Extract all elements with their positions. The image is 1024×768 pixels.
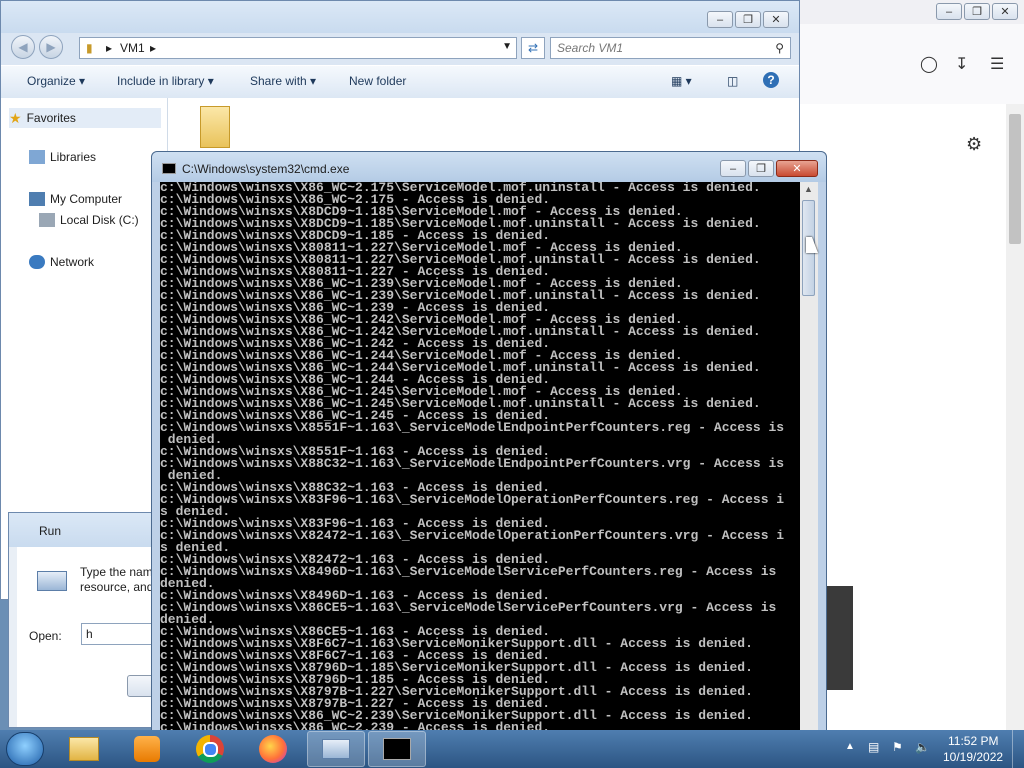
firefox-scroll-thumb[interactable] — [1009, 114, 1021, 244]
run-title: Run — [39, 524, 62, 538]
refresh-button[interactable]: ⇄ — [521, 37, 545, 59]
taskbar: ▲ ▤ ⚑ 🔈 11:52 PM 10/19/2022 — [0, 730, 1024, 768]
view-options-icon[interactable]: ▦ ▾ — [671, 74, 692, 88]
open-input-value: h — [86, 627, 93, 641]
nav-favorites[interactable]: ★ Favorites — [9, 108, 161, 128]
forward-button[interactable]: ▶ — [39, 35, 63, 59]
console-line: c:\Windows\winsxs\X8551F~1.163\_ServiceM… — [160, 420, 785, 435]
maximize-icon[interactable]: ❐ — [748, 160, 774, 177]
run-dialog: Run Type the nam resource, and Open: h — [8, 512, 171, 728]
cmd-scrollbar[interactable]: ▲ — [800, 182, 818, 730]
firefox-icon — [259, 735, 287, 763]
firefox-window-controls: – ❐ ✕ — [936, 3, 1018, 20]
volume-icon[interactable]: 🔈 — [915, 740, 930, 754]
chrome-icon — [196, 735, 224, 763]
folder-icon[interactable] — [200, 106, 230, 148]
include-in-library-button[interactable]: Include in library ▾ — [117, 74, 214, 88]
breadcrumb[interactable]: VM1 — [120, 41, 145, 55]
minimize-icon[interactable]: – — [936, 3, 962, 20]
console-line: c:\Windows\winsxs\X83F96~1.163\_ServiceM… — [160, 492, 785, 507]
pocket-icon[interactable]: ◯ — [920, 54, 938, 74]
firefox-titlebar: – ❐ ✕ — [800, 0, 1024, 24]
network-tray-icon[interactable]: ▤ — [868, 740, 879, 754]
chevron-down-icon[interactable]: ▼ — [502, 41, 512, 52]
cmd-window-controls: – ❐ ✕ — [720, 160, 818, 177]
share-with-button[interactable]: Share with ▾ — [250, 74, 316, 88]
organize-button[interactable]: Organize ▾ — [27, 74, 85, 88]
address-bar[interactable]: ▮ ▸ VM1 ▸ ▼ — [79, 37, 517, 59]
cmd-window: C:\Windows\system32\cmd.exe – ❐ ✕ c:\Win… — [151, 151, 827, 731]
star-icon: ★ — [9, 109, 22, 126]
open-label: Open: — [29, 629, 62, 643]
drive-icon — [39, 213, 55, 227]
new-folder-button[interactable]: New folder — [349, 74, 406, 88]
taskbar-explorer-button[interactable] — [55, 731, 113, 767]
explorer-titlebar: – ❐ ✕ — [1, 1, 799, 33]
command-bar: Organize ▾ Include in library ▾ Share wi… — [1, 65, 799, 99]
console-line: c:\Windows\winsxs\X86_WC~2.239 - Access … — [160, 720, 551, 730]
firefox-toolbar: ◯ ↧ ☰ — [800, 24, 1024, 104]
gear-icon[interactable]: ⚙ — [966, 134, 982, 155]
run-titlebar: Run — [9, 513, 167, 547]
nav-libraries[interactable]: Libraries — [29, 150, 96, 164]
console-line: c:\Windows\winsxs\X8496D~1.163\_ServiceM… — [160, 564, 777, 579]
search-input[interactable]: Search VM1 ⚲ — [550, 37, 791, 59]
taskbar-run-button[interactable] — [307, 731, 365, 767]
run-icon — [322, 739, 350, 759]
console-line: c:\Windows\winsxs\X86CE5~1.163\_ServiceM… — [160, 600, 777, 615]
menu-icon[interactable]: ☰ — [990, 54, 1004, 74]
computer-icon — [29, 192, 45, 206]
thumbnail-image — [825, 586, 853, 690]
taskbar-cmd-button[interactable] — [368, 731, 426, 767]
start-button[interactable] — [6, 732, 44, 766]
clock-date[interactable]: 10/19/2022 — [943, 750, 1003, 764]
clock-time[interactable]: 11:52 PM — [948, 734, 998, 748]
firefox-content: ⚙ — [800, 104, 1024, 730]
minimize-icon[interactable]: – — [720, 160, 746, 177]
libraries-icon — [29, 150, 45, 164]
taskbar-firefox-button[interactable] — [244, 731, 302, 767]
console-line: c:\Windows\winsxs\X88C32~1.163\_ServiceM… — [160, 456, 785, 471]
close-icon[interactable]: ✕ — [776, 160, 818, 177]
console-output[interactable]: c:\Windows\winsxs\X86_WC~2.175\ServiceMo… — [160, 182, 800, 730]
show-hidden-icons-icon[interactable]: ▲ — [845, 741, 855, 752]
run-body: Type the nam resource, and Open: h — [17, 547, 171, 727]
nav-network[interactable]: Network — [29, 255, 94, 269]
cmd-titlebar: C:\Windows\system32\cmd.exe – ❐ ✕ — [152, 152, 826, 182]
minimize-icon[interactable]: – — [707, 11, 733, 28]
run-icon — [37, 571, 67, 591]
back-button[interactable]: ◀ — [11, 35, 35, 59]
mouse-cursor-icon — [806, 237, 818, 253]
firefox-window: – ❐ ✕ ◯ ↧ ☰ ⚙ — [800, 0, 1024, 730]
taskbar-chrome-button[interactable] — [181, 731, 239, 767]
search-icon[interactable]: ⚲ — [775, 41, 784, 55]
network-icon — [29, 255, 45, 269]
folder-icon: ▮ — [86, 41, 93, 55]
close-icon[interactable]: ✕ — [763, 11, 789, 28]
nav-local-disk[interactable]: Local Disk (C:) — [39, 213, 139, 227]
folder-icon — [69, 737, 99, 761]
maximize-icon[interactable]: ❐ — [964, 3, 990, 20]
nav-my-computer[interactable]: My Computer — [29, 192, 122, 206]
help-icon[interactable]: ? — [763, 72, 779, 88]
scroll-up-icon[interactable]: ▲ — [804, 184, 813, 194]
cmd-icon — [383, 738, 411, 760]
preview-pane-icon[interactable]: ◫ — [727, 74, 738, 88]
download-icon[interactable]: ↧ — [955, 54, 968, 74]
cmd-icon — [162, 163, 176, 174]
breadcrumb-separator: ▸ — [150, 41, 157, 55]
cmd-title: C:\Windows\system32\cmd.exe — [182, 162, 350, 176]
taskbar-media-player-button[interactable] — [118, 731, 176, 767]
maximize-icon[interactable]: ❐ — [735, 11, 761, 28]
search-placeholder: Search VM1 — [557, 41, 624, 55]
media-player-icon — [134, 736, 160, 762]
run-prompt: Type the nam resource, and — [80, 565, 154, 594]
close-icon[interactable]: ✕ — [992, 3, 1018, 20]
explorer-window-controls: – ❐ ✕ — [707, 11, 789, 28]
breadcrumb-separator: ▸ — [106, 41, 113, 55]
console-line: c:\Windows\winsxs\X82472~1.163\_ServiceM… — [160, 528, 785, 543]
action-center-icon[interactable]: ⚑ — [892, 740, 903, 754]
show-desktop-button[interactable] — [1012, 730, 1024, 768]
